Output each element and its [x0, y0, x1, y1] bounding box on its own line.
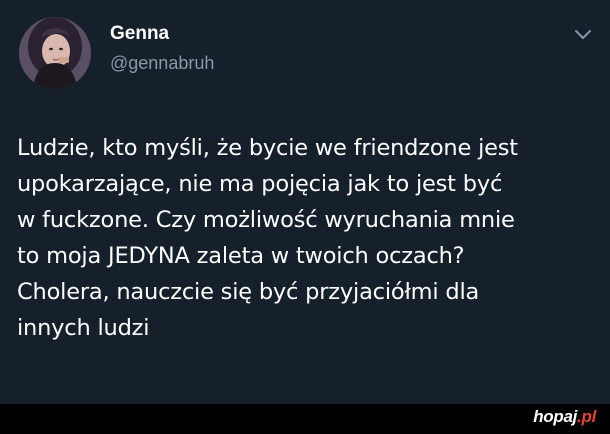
avatar-image: [19, 17, 91, 89]
tweet-card: Genna @gennabruh Ludzie, kto myśli, że b…: [0, 0, 610, 404]
tweet-line: w fuckzone. Czy możliwość wyruchania mni…: [17, 207, 515, 233]
tweet-line: upokarzające, nie ma pojęcia jak to jest…: [17, 171, 503, 197]
chevron-down-icon[interactable]: [573, 28, 593, 42]
tweet-line: innych ludzi: [17, 315, 150, 341]
author-handle[interactable]: @gennabruh: [110, 53, 214, 74]
footer-bar: [0, 404, 610, 434]
watermark-tld: pl: [581, 407, 596, 426]
watermark-logo: hopaj.pl: [533, 407, 596, 427]
tweet-line: Ludzie, kto myśli, że bycie we friendzon…: [17, 135, 518, 161]
watermark-name: hopaj: [533, 407, 578, 426]
avatar[interactable]: [19, 17, 91, 89]
author-name[interactable]: Genna: [110, 23, 169, 45]
tweet-text: Ludzie, kto myśli, że bycie we friendzon…: [17, 130, 602, 346]
tweet-line: Cholera, nauczcie się być przyjaciółmi d…: [17, 279, 480, 305]
tweet-line: to moja JEDYNA zaleta w twoich oczach?: [17, 243, 465, 269]
